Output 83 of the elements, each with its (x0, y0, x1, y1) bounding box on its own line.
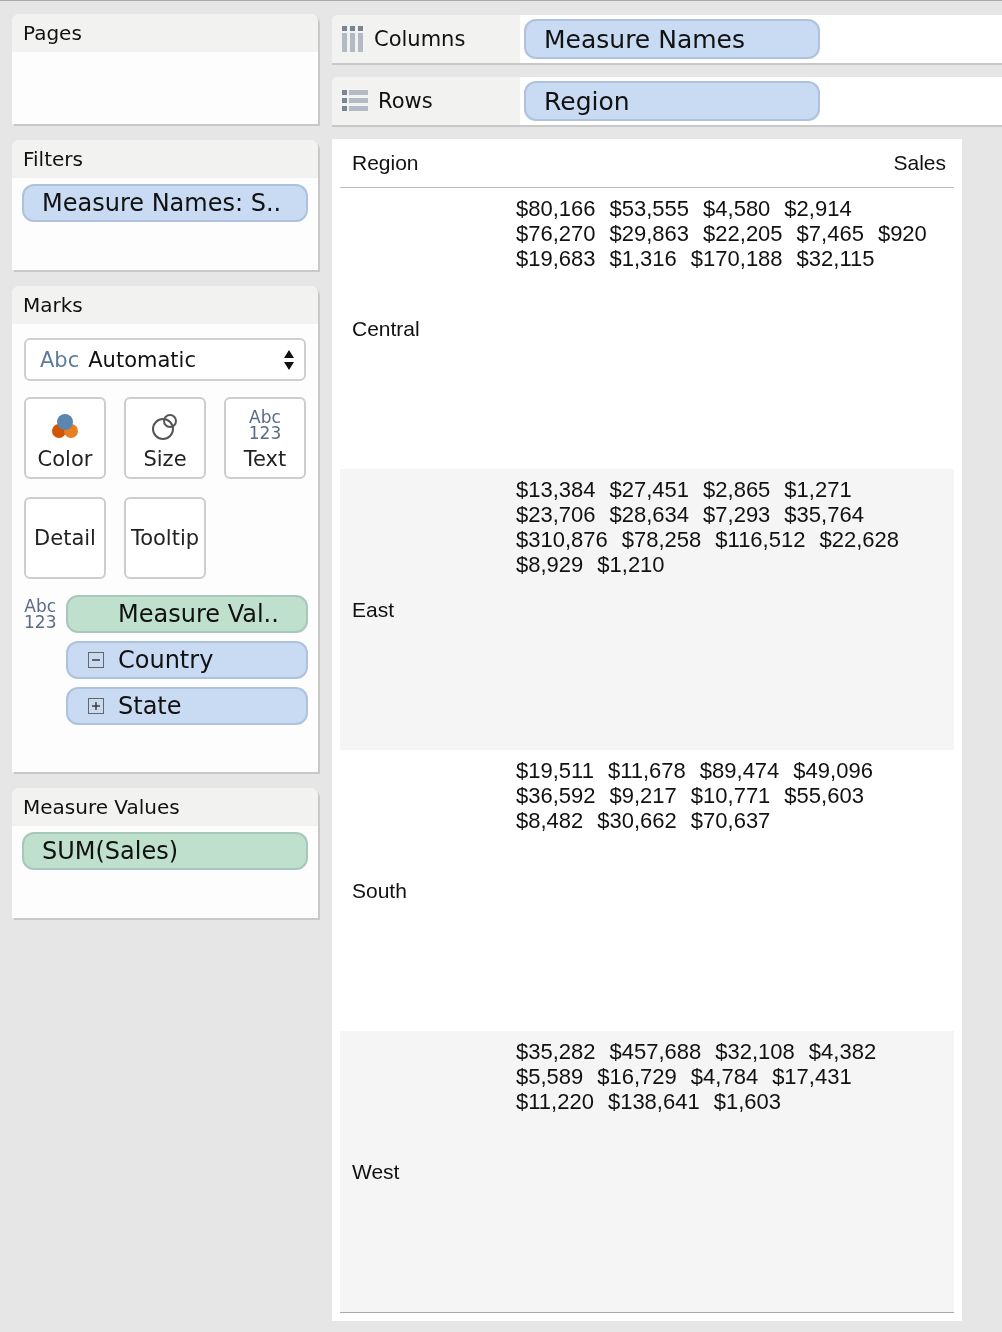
table-value: $11,220 (516, 1089, 594, 1114)
table-value: $28,634 (609, 502, 690, 527)
shelf-label: Columns (374, 27, 466, 51)
table-value: $7,465 (796, 221, 864, 246)
pill[interactable]: Measure Names: S.. (22, 184, 308, 222)
table-value: $29,863 (609, 221, 690, 246)
table-value: $2,865 (703, 477, 771, 502)
table-value: $13,384 (516, 477, 596, 502)
mark-button[interactable]: Detail (24, 497, 106, 579)
table-value: $1,603 (713, 1089, 781, 1114)
table-value: $23,706 (516, 502, 596, 527)
table-value: $32,115 (796, 246, 875, 271)
table-value: $27,451 (609, 477, 690, 502)
pill[interactable]: Measure Val.. (66, 595, 308, 633)
text-mark-icon: Abc 123 (24, 598, 57, 630)
table-value: $89,474 (699, 758, 780, 783)
table-value: $35,764 (784, 502, 864, 527)
table-value: $32,108 (715, 1039, 795, 1064)
table-value: $22,205 (703, 221, 783, 246)
table-value: $9,217 (609, 783, 677, 808)
pill[interactable]: State (66, 687, 308, 725)
table-value: $49,096 (793, 758, 873, 783)
table-value: $138,641 (607, 1089, 700, 1114)
mark-button[interactable]: Color (24, 397, 106, 479)
expand-icon[interactable] (88, 698, 104, 714)
table-value: $1,210 (597, 552, 665, 577)
row-header: West (351, 1159, 401, 1184)
pill[interactable]: Region (524, 81, 820, 121)
column-header: Region (352, 151, 419, 175)
table-value: $76,270 (516, 221, 596, 246)
table-value: $30,662 (597, 808, 677, 833)
table-value: $8,482 (516, 808, 584, 833)
pill[interactable]: Measure Names (524, 19, 820, 59)
table-value: $70,637 (690, 808, 771, 833)
shelf-label: Rows (378, 89, 433, 113)
card-title: Filters (23, 147, 83, 171)
mark-button[interactable]: Tooltip (124, 497, 206, 579)
rows-icon (342, 90, 368, 112)
table-value: $116,512 (715, 527, 806, 552)
row-header: South (351, 878, 408, 903)
pill[interactable]: Country (66, 641, 308, 679)
card-title: Measure Values (23, 795, 180, 819)
table-value: $55,603 (784, 783, 864, 808)
columns-icon (342, 26, 364, 52)
table-value: $4,580 (703, 196, 771, 221)
table-value: $457,688 (609, 1039, 702, 1064)
table-value: $53,555 (609, 196, 690, 221)
table-value: $16,729 (597, 1064, 677, 1089)
mark-button[interactable]: Abc 123 Text (224, 397, 306, 479)
table-value: $11,678 (607, 758, 686, 783)
pill[interactable]: SUM(Sales) (22, 832, 308, 870)
table-value: $36,592 (516, 783, 596, 808)
table-value: $35,282 (516, 1039, 596, 1064)
table-value: $5,589 (516, 1064, 584, 1089)
updown-arrows-icon (284, 348, 294, 371)
table-value: $10,771 (690, 783, 771, 808)
table-value: $1,271 (784, 477, 852, 502)
table-value: $80,166 (516, 196, 596, 221)
row-header: East (351, 597, 396, 622)
table-value: $19,511 (516, 758, 594, 783)
table-value: $22,628 (819, 527, 899, 552)
color-circles-icon (50, 411, 80, 441)
table-value: $920 (877, 221, 927, 246)
mark-type-dropdown[interactable]: Abc Automatic (24, 338, 306, 381)
table-value: $2,914 (784, 196, 852, 221)
table-value: $4,784 (690, 1064, 759, 1089)
table-value: $8,929 (516, 552, 584, 577)
row-header: Central (351, 316, 421, 341)
table-value: $78,258 (621, 527, 702, 552)
mark-button[interactable]: Size (124, 397, 206, 479)
card-title: Marks (23, 293, 83, 317)
table-value: $170,188 (690, 246, 783, 271)
size-circles-icon (151, 413, 179, 441)
table-value: $7,293 (703, 502, 771, 527)
text-mark-icon: Abc 123 (248, 409, 282, 441)
card-title: Pages (23, 21, 82, 45)
table-value: $310,876 (516, 527, 608, 552)
column-header: Sales (893, 151, 946, 175)
table-value: $4,382 (808, 1039, 877, 1064)
table-value: $1,316 (609, 246, 677, 271)
table-value: $19,683 (516, 246, 596, 271)
table-value: $17,431 (772, 1064, 852, 1089)
collapse-icon[interactable] (88, 652, 104, 668)
